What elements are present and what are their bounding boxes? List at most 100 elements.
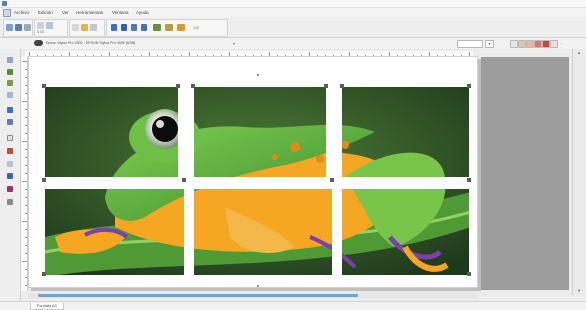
menu-herramientas[interactable]: Herramientas <box>76 10 103 15</box>
zoom-dropdown-button[interactable]: ▾ <box>485 40 494 48</box>
view-four-icon[interactable] <box>534 40 542 48</box>
ruler-tick <box>22 261 27 262</box>
palette-rotate-icon[interactable] <box>7 80 13 86</box>
view-three-icon[interactable] <box>526 40 534 48</box>
photo-tile-5[interactable] <box>194 189 332 275</box>
photo-tile-6[interactable] <box>342 189 469 275</box>
ruler-tick <box>25 85 27 86</box>
printer-name[interactable]: Epson Stylus Pro 4900 - EPSON Stylus Pro… <box>46 41 135 45</box>
ruler-tick <box>25 133 27 134</box>
palette-frame-icon[interactable] <box>7 135 13 141</box>
crop-mark[interactable] <box>467 178 471 182</box>
ruler-tick <box>22 101 27 102</box>
open-icon[interactable] <box>6 24 13 31</box>
menu-archivo[interactable]: Archivo <box>14 10 29 15</box>
crop-mark[interactable] <box>467 84 471 88</box>
view-two-icon[interactable] <box>518 40 526 48</box>
crop-mark[interactable] <box>191 84 195 88</box>
palette-move-icon[interactable] <box>7 69 13 75</box>
main-toolbar: 3.03 100 <box>0 17 586 38</box>
palette-grid-icon[interactable] <box>7 161 13 167</box>
ruler-tick <box>25 197 27 198</box>
save-icon[interactable] <box>15 24 22 31</box>
color-icon[interactable] <box>165 24 173 31</box>
ruler-tick <box>25 125 27 126</box>
photo-tile-3[interactable] <box>342 87 469 177</box>
ruler-tick <box>25 77 27 78</box>
frog-photo-image <box>342 189 469 275</box>
ruler-tick <box>25 277 27 278</box>
flip-icon[interactable] <box>121 24 127 31</box>
photo-tile-2[interactable] <box>194 87 326 177</box>
fit-icon[interactable] <box>72 24 79 31</box>
ruler-tick <box>25 165 27 166</box>
menu-ventana[interactable]: Ventana <box>112 10 129 15</box>
palette-mask-icon[interactable] <box>7 186 13 192</box>
ruler-tick <box>22 181 27 182</box>
menu-edicion[interactable]: Edición <box>38 10 53 15</box>
horizontal-scroll-thumb[interactable] <box>38 294 358 297</box>
view-one-icon[interactable] <box>510 40 518 48</box>
palette-crop-icon[interactable] <box>7 107 13 113</box>
image-size-icon[interactable] <box>46 22 53 29</box>
crop-mark[interactable] <box>176 84 180 88</box>
pasteboard-area <box>481 57 569 290</box>
ruler-tick <box>25 149 27 150</box>
ruler-tick <box>25 189 27 190</box>
crop-mark[interactable] <box>324 84 328 88</box>
print-icon[interactable] <box>24 24 31 31</box>
app-window: Archivo Edición Ver Herramientas Ventana… <box>0 0 586 310</box>
palette-select-icon[interactable] <box>7 57 13 63</box>
menu-bar: Archivo Edición Ver Herramientas Ventana… <box>0 8 586 17</box>
palette-zoom-icon[interactable] <box>7 173 13 179</box>
toolbar-size-group: 3.03 <box>34 19 68 37</box>
rotate-icon[interactable] <box>131 24 137 31</box>
palette-text-icon[interactable] <box>7 92 13 98</box>
ruler-tick <box>25 173 27 174</box>
top-anchor-handle[interactable] <box>257 74 259 76</box>
title-bar <box>0 0 586 8</box>
toolbar-file-group <box>3 19 33 37</box>
page-size-icon[interactable] <box>37 22 44 29</box>
vertical-ruler <box>21 57 28 291</box>
crop-mark[interactable] <box>42 178 46 182</box>
photo-tile-4[interactable] <box>45 189 184 275</box>
ruler-tick <box>25 269 27 270</box>
crop-mark[interactable] <box>42 272 46 276</box>
crop-mark[interactable] <box>467 272 471 276</box>
palette-hand-icon[interactable] <box>7 199 13 205</box>
crop-mark[interactable] <box>182 178 186 182</box>
ruler-tick <box>25 93 27 94</box>
printer-logo-icon <box>34 40 43 46</box>
crop-mark[interactable] <box>42 84 46 88</box>
close-layout-icon[interactable] <box>542 40 550 48</box>
options-icon[interactable] <box>550 40 558 48</box>
ruler-tick <box>25 285 27 286</box>
vertical-scrollbar[interactable]: ▲ ▼ <box>572 49 585 295</box>
layout-icon[interactable] <box>177 24 185 31</box>
menu-ayuda[interactable]: Ayuda <box>136 10 149 15</box>
zoom-select[interactable] <box>457 40 483 48</box>
photo-tile-1[interactable] <box>45 87 178 177</box>
center-icon[interactable] <box>90 24 97 31</box>
horizontal-scrollbar[interactable] <box>28 293 478 298</box>
printer-dropdown-icon[interactable]: ▾ <box>233 41 235 46</box>
ruler-tick <box>25 253 27 254</box>
crop-mark[interactable] <box>340 84 344 88</box>
mirror-icon[interactable] <box>141 24 147 31</box>
ruler-tick <box>25 237 27 238</box>
crop-mark[interactable] <box>330 178 334 182</box>
scroll-up-icon[interactable]: ▲ <box>575 49 583 56</box>
ruler-tick <box>25 69 27 70</box>
menu-ver[interactable]: Ver <box>62 10 69 15</box>
more-button[interactable]: ... <box>560 41 563 45</box>
text-tool-icon[interactable] <box>111 24 117 31</box>
ruler-tick <box>25 229 27 230</box>
bottom-anchor-handle[interactable] <box>257 285 259 287</box>
palette-line-icon[interactable] <box>7 119 13 125</box>
crop-icon[interactable] <box>153 24 161 31</box>
fill-icon[interactable] <box>81 24 88 31</box>
palette-color-icon[interactable] <box>7 148 13 154</box>
scroll-down-icon[interactable]: ▼ <box>575 287 583 294</box>
app-icon[interactable] <box>3 9 11 17</box>
